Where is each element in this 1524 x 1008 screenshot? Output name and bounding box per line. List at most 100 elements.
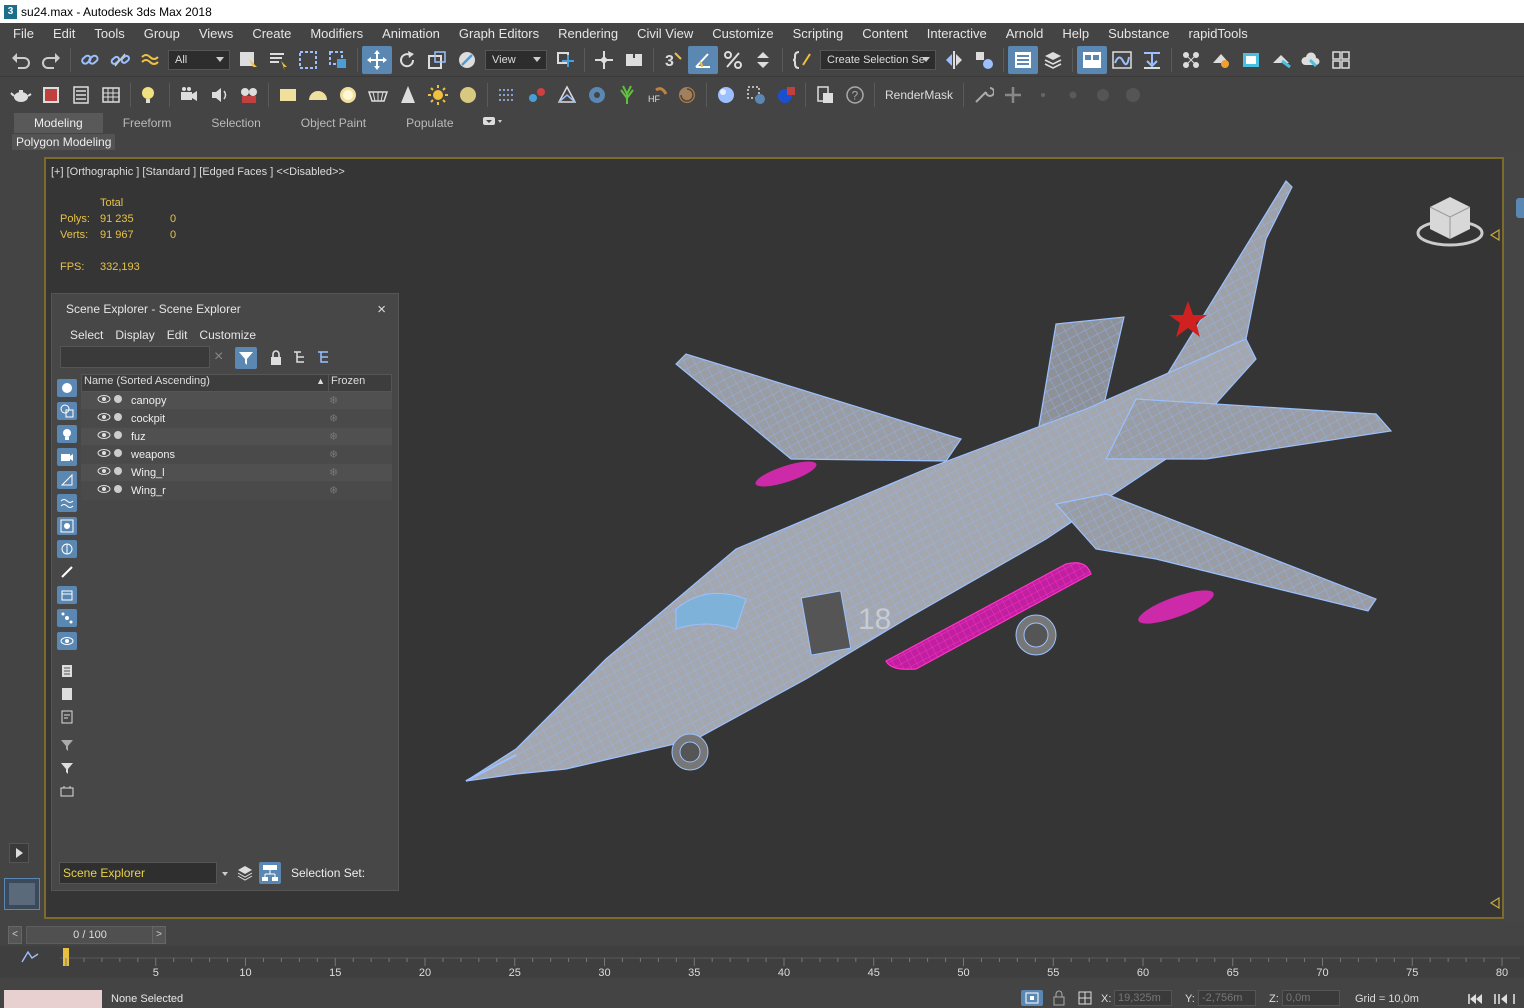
rectangular-selection-icon[interactable] bbox=[293, 46, 323, 74]
eye-icon[interactable] bbox=[97, 394, 113, 407]
pivot-point-icon[interactable] bbox=[550, 46, 580, 74]
menu-substance[interactable]: Substance bbox=[1101, 26, 1181, 41]
menu-customize[interactable]: Customize bbox=[705, 26, 785, 41]
filter-all-icon[interactable] bbox=[57, 736, 77, 754]
tab-object-paint[interactable]: Object Paint bbox=[281, 113, 386, 133]
cone-primitive-icon[interactable] bbox=[393, 81, 423, 109]
filter-none-icon[interactable] bbox=[57, 759, 77, 777]
selection-filter-dropdown[interactable]: All bbox=[168, 50, 230, 70]
menu-interactive[interactable]: Interactive bbox=[920, 26, 999, 41]
tools-icon[interactable] bbox=[968, 81, 998, 109]
layers-icon[interactable] bbox=[235, 862, 255, 884]
align-icon[interactable] bbox=[969, 46, 999, 74]
renderable-icon[interactable] bbox=[113, 394, 125, 407]
select-by-name-icon[interactable] bbox=[263, 46, 293, 74]
menu-rendering[interactable]: Rendering bbox=[551, 26, 630, 41]
render-elements-icon[interactable] bbox=[66, 81, 96, 109]
foliage-icon[interactable] bbox=[612, 81, 642, 109]
table-row[interactable]: cockpit ❄ bbox=[81, 410, 392, 428]
tab-modeling[interactable]: Modeling bbox=[14, 113, 103, 133]
camera-icon[interactable] bbox=[174, 81, 204, 109]
table-row[interactable]: canopy ❄ bbox=[81, 392, 392, 410]
renderable-icon[interactable] bbox=[113, 448, 125, 461]
display-page-icon[interactable] bbox=[57, 685, 77, 703]
z-coordinate-field[interactable]: 0,0m bbox=[1282, 990, 1340, 1006]
menu-graph-editors[interactable]: Graph Editors bbox=[452, 26, 551, 41]
frozen-toggle-icon[interactable]: ❄ bbox=[321, 412, 338, 425]
table-row[interactable]: Wing_l ❄ bbox=[81, 464, 392, 482]
tab-populate[interactable]: Populate bbox=[386, 113, 473, 133]
display-list-icon[interactable] bbox=[57, 662, 77, 680]
previous-key-icon[interactable] bbox=[1493, 992, 1509, 1006]
object-name[interactable]: fuz bbox=[125, 431, 321, 443]
filter-icon[interactable] bbox=[235, 347, 257, 369]
help-icon[interactable]: ? bbox=[840, 81, 870, 109]
x-coordinate-field[interactable]: 19,325m bbox=[1114, 990, 1172, 1006]
time-slider[interactable]: < 0 / 100 > bbox=[8, 926, 168, 944]
rendered-frame-window-icon[interactable] bbox=[1236, 46, 1266, 74]
object-name[interactable]: cockpit bbox=[125, 413, 321, 425]
left-wing[interactable] bbox=[675, 353, 962, 491]
frozen-toggle-icon[interactable]: ❄ bbox=[321, 484, 338, 497]
shell-icon[interactable] bbox=[672, 81, 702, 109]
scene-explorer-toggle-icon[interactable] bbox=[1008, 46, 1038, 74]
render-in-cloud-icon[interactable] bbox=[1296, 46, 1326, 74]
se-menu-display[interactable]: Display bbox=[115, 328, 164, 342]
menu-views[interactable]: Views bbox=[192, 26, 245, 41]
object-name[interactable]: Wing_l bbox=[125, 467, 321, 479]
display-lights-icon[interactable] bbox=[57, 425, 77, 443]
hierarchy-view-icon[interactable] bbox=[259, 862, 281, 884]
bind-spacewarp-icon[interactable] bbox=[135, 46, 165, 74]
link-icon[interactable] bbox=[75, 46, 105, 74]
undo-button[interactable] bbox=[6, 46, 36, 74]
polygon-modeling-panel[interactable]: Polygon Modeling bbox=[12, 134, 116, 150]
geosphere-icon[interactable] bbox=[363, 81, 393, 109]
unlink-icon[interactable] bbox=[105, 46, 135, 74]
y-coordinate-field[interactable]: -2,756m bbox=[1198, 990, 1256, 1006]
column-frozen-header[interactable]: Frozen bbox=[329, 375, 365, 391]
edit-named-selection-icon[interactable] bbox=[787, 46, 817, 74]
tab-freeform[interactable]: Freeform bbox=[103, 113, 192, 133]
display-helpers-icon[interactable] bbox=[57, 471, 77, 489]
eye-icon[interactable] bbox=[97, 448, 113, 461]
se-menu-edit[interactable]: Edit bbox=[167, 328, 198, 342]
lock-icon[interactable] bbox=[268, 349, 284, 367]
expand-arrow-icon[interactable] bbox=[9, 843, 29, 863]
table-row[interactable]: weapons ❄ bbox=[81, 446, 392, 464]
menu-group[interactable]: Group bbox=[137, 26, 192, 41]
renderable-icon[interactable] bbox=[113, 412, 125, 425]
eye-icon[interactable] bbox=[97, 412, 113, 425]
spinner-snap-icon[interactable] bbox=[748, 46, 778, 74]
eye-icon[interactable] bbox=[97, 484, 113, 497]
menu-animation[interactable]: Animation bbox=[375, 26, 452, 41]
next-frame-button[interactable]: > bbox=[152, 926, 166, 944]
ribbon-toggle-icon[interactable] bbox=[1077, 46, 1107, 74]
frozen-toggle-icon[interactable]: ❄ bbox=[321, 466, 338, 479]
film-icon[interactable] bbox=[234, 81, 264, 109]
display-groups-icon[interactable] bbox=[57, 517, 77, 535]
renderable-icon[interactable] bbox=[113, 430, 125, 443]
scatter-icon[interactable] bbox=[492, 81, 522, 109]
redo-button[interactable] bbox=[36, 46, 66, 74]
track-bar[interactable]: 5 10 15 20 25 30 35 40 45 50 55 60 65 70 75 80 bbox=[0, 946, 1524, 978]
menu-arnold[interactable]: Arnold bbox=[999, 26, 1056, 41]
sky-dome-icon[interactable] bbox=[453, 81, 483, 109]
grid-icon[interactable] bbox=[96, 81, 126, 109]
hierarchy-collapse-icon[interactable] bbox=[316, 349, 332, 367]
menu-scripting[interactable]: Scripting bbox=[786, 26, 856, 41]
tab-selection[interactable]: Selection bbox=[191, 113, 280, 133]
render-mask-label[interactable]: RenderMask bbox=[879, 88, 959, 102]
sun-icon[interactable] bbox=[423, 81, 453, 109]
scale-tool-icon[interactable] bbox=[422, 46, 452, 74]
eye-icon[interactable] bbox=[97, 466, 113, 479]
absolute-mode-icon[interactable] bbox=[1077, 990, 1093, 1006]
display-bones-icon[interactable] bbox=[57, 563, 77, 581]
environment-icon[interactable] bbox=[36, 81, 66, 109]
close-icon[interactable]: × bbox=[377, 301, 386, 318]
viewport-layout-icon[interactable] bbox=[4, 878, 40, 910]
reference-coordinate-dropdown[interactable]: View bbox=[485, 50, 547, 70]
hierarchy-expand-icon[interactable] bbox=[292, 349, 308, 367]
hemisphere-primitive-icon[interactable] bbox=[303, 81, 333, 109]
menu-civil-view[interactable]: Civil View bbox=[630, 26, 705, 41]
menu-create[interactable]: Create bbox=[245, 26, 303, 41]
